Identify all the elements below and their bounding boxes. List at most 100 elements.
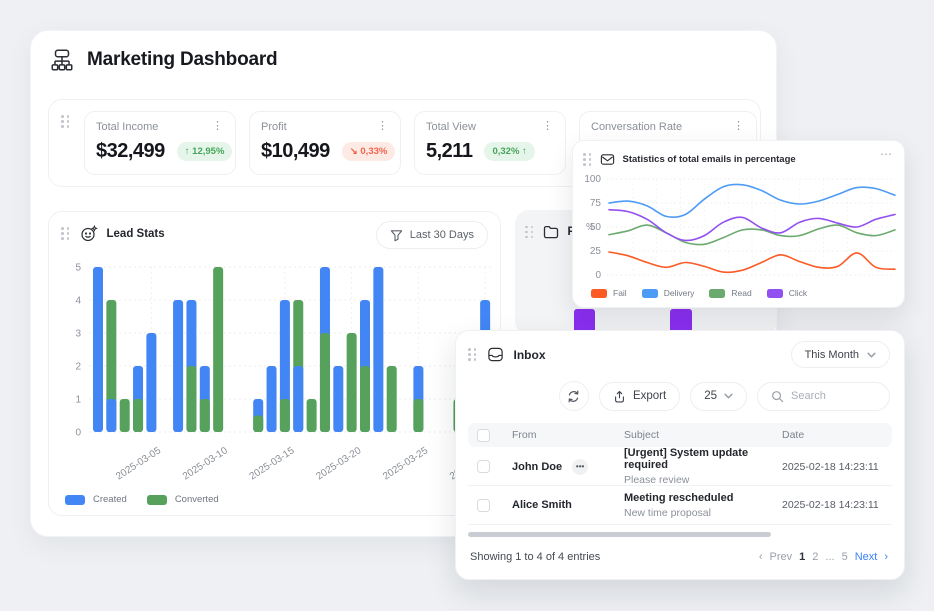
svg-text:%: % [586, 222, 595, 233]
period-select[interactable]: This Month [791, 341, 890, 368]
bar-converted [133, 399, 143, 432]
email-stats-title: Statistics of total emails in percentage [623, 154, 796, 165]
select-all-checkbox[interactable] [477, 429, 490, 442]
bar-converted [280, 399, 290, 432]
svg-text:0: 0 [75, 428, 81, 439]
stats-drag-handle[interactable] [61, 115, 70, 128]
bar-converted [320, 333, 330, 432]
stat-label: Total View [426, 121, 476, 133]
sender-name: Alice Smith [512, 499, 572, 511]
export-button[interactable]: Export [599, 382, 680, 411]
table-row[interactable]: John Doe•••[Urgent] System update requir… [468, 447, 892, 486]
legend-item-click: Click [767, 288, 807, 298]
bar-converted [387, 366, 397, 432]
lead-stats-header: Lead Stats Last 30 Days [49, 212, 500, 252]
table-row[interactable]: Alice SmithMeeting rescheduledNew time p… [468, 486, 892, 525]
more-menu-icon[interactable]: ⋯ [880, 147, 892, 161]
stat-value: $10,499 [261, 140, 330, 163]
next-button[interactable]: Next [855, 551, 878, 563]
email-stats-drag-handle[interactable] [583, 153, 592, 166]
email-stats-panel: Statistics of total emails in percentage… [572, 140, 905, 308]
svg-text:3: 3 [75, 329, 81, 340]
export-icon [613, 390, 626, 403]
chevron-down-icon [867, 352, 876, 358]
bar-created [267, 366, 277, 432]
row-checkbox[interactable] [477, 460, 490, 473]
page-2[interactable]: 2 [812, 551, 818, 563]
legend-label: Delivery [664, 288, 695, 298]
funnel-icon [390, 229, 403, 242]
kebab-menu-icon[interactable]: ⋮ [377, 121, 389, 132]
email-stats-legend: Fail Delivery Read Click [591, 288, 807, 298]
legend-label: Read [731, 288, 751, 298]
period-value: This Month [805, 349, 859, 361]
kebab-menu-icon[interactable]: ⋮ [542, 121, 554, 132]
bar-converted [307, 399, 317, 432]
bar-converted [186, 366, 196, 432]
lead-stats-panel: Lead Stats Last 30 Days 0123452025-03-05… [48, 211, 501, 516]
legend-item-delivery: Delivery [642, 288, 695, 298]
export-label: Export [633, 390, 666, 402]
inbox-toolbar: Export 25 [559, 381, 890, 411]
svg-text:2025-03-15: 2025-03-15 [248, 445, 297, 482]
stat-card-total-view: Total View ⋮ 5,211 0,32% ↑ [414, 111, 566, 175]
sender-name: John Doe [512, 461, 562, 473]
line-series-read [609, 225, 895, 245]
svg-text:2: 2 [75, 362, 81, 373]
legend-item-read: Read [709, 288, 751, 298]
legend-item-created: Created [65, 494, 127, 505]
stat-value: 5,211 [426, 140, 472, 163]
refresh-button[interactable] [559, 381, 589, 411]
page-1[interactable]: 1 [799, 551, 805, 563]
search-box[interactable] [757, 382, 890, 411]
bar-created [146, 333, 156, 432]
search-icon [771, 390, 784, 403]
email-stats-line-chart: 0255075100% [579, 169, 901, 281]
folder-icon [543, 224, 559, 240]
stat-label: Total Income [96, 121, 158, 133]
svg-text:0: 0 [595, 270, 601, 281]
bar-created [106, 399, 116, 432]
kebab-menu-icon[interactable]: ⋮ [733, 121, 745, 132]
row-more-menu-icon[interactable]: ••• [572, 459, 588, 475]
kebab-menu-icon[interactable]: ⋮ [212, 121, 224, 132]
legend-swatch [709, 289, 725, 298]
horizontal-scrollbar[interactable] [468, 532, 894, 537]
inbox-table: FromSubjectDate John Doe•••[Urgent] Syst… [468, 423, 892, 525]
legend-item-fail: Fail [591, 288, 627, 298]
svg-text:4: 4 [75, 296, 81, 307]
prev-button[interactable]: Prev [770, 551, 793, 563]
row-checkbox[interactable] [477, 499, 490, 512]
svg-text:2025-03-20: 2025-03-20 [314, 445, 363, 482]
email-date: 2025-02-18 14:23:11 [782, 499, 892, 511]
page-size-select[interactable]: 25 [690, 382, 747, 411]
legend-swatch [147, 495, 167, 505]
bar-converted [120, 399, 130, 432]
lead-stats-bar-chart: 0123452025-03-052025-03-102025-03-152025… [57, 254, 497, 489]
trend-badge: 0,32% ↑ [484, 142, 534, 161]
stat-value: $32,499 [96, 140, 165, 163]
inbox-icon [487, 346, 504, 363]
page-size-value: 25 [704, 390, 717, 402]
bar-created [333, 366, 343, 432]
leads-icon [79, 224, 98, 243]
scrollbar-thumb[interactable] [468, 532, 771, 537]
inbox-panel: Inbox This Month [455, 330, 905, 580]
filter-label: Last 30 Days [410, 229, 474, 241]
stat-label: Conversation Rate [591, 121, 682, 133]
lead-stats-drag-handle[interactable] [61, 227, 70, 240]
page-ellipsis[interactable]: ... [825, 551, 834, 563]
stat-card-profit: Profit⋮$10,499↘ 0,33% [249, 111, 401, 175]
prev-chevron[interactable]: ‹ [759, 551, 763, 563]
inbox-drag-handle[interactable] [468, 348, 477, 361]
legend-label: Converted [175, 494, 219, 505]
folder-panel-drag-handle[interactable] [525, 226, 534, 239]
page-5[interactable]: 5 [842, 551, 848, 563]
lead-stats-title: Lead Stats [107, 228, 165, 240]
trend-badge: ↘ 0,33% [342, 142, 396, 161]
last-30-days-filter-button[interactable]: Last 30 Days [376, 221, 488, 249]
legend-swatch [642, 289, 658, 298]
next-chevron[interactable]: › [884, 551, 888, 563]
bar-created [173, 300, 183, 432]
search-input[interactable] [791, 390, 881, 402]
